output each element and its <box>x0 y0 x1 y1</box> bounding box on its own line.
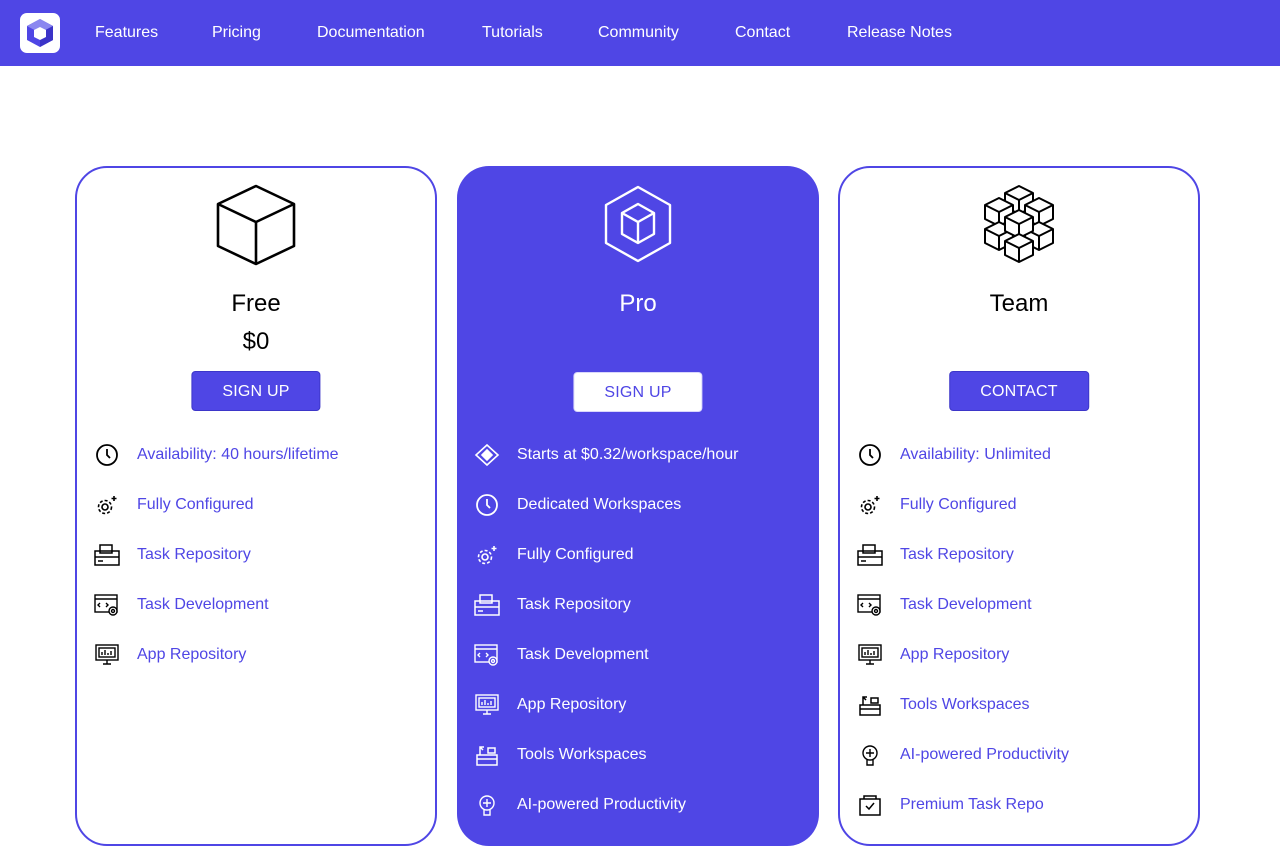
nav-link-contact[interactable]: Contact <box>735 22 790 44</box>
plan-card-pro: Pro SIGN UP Starts at $0.32/workspace/ho… <box>457 166 819 846</box>
feature-label: Dedicated Workspaces <box>517 496 682 513</box>
feature-item: Dedicated Workspaces <box>471 480 809 530</box>
feature-item: Fully Configured <box>91 480 425 530</box>
feature-label: Task Development <box>137 596 269 613</box>
code-window-gear-icon <box>93 591 121 619</box>
hexagon-cube-icon <box>604 185 672 263</box>
ai-brain-icon <box>473 791 501 819</box>
feature-label: Fully Configured <box>137 496 254 513</box>
feature-label: App Repository <box>900 646 1010 663</box>
feature-item: AI-powered Productivity <box>471 780 809 830</box>
clock-icon <box>93 441 121 469</box>
cube-cluster-icon <box>984 185 1054 263</box>
gear-sparkle-icon <box>856 491 884 519</box>
feature-label: Availability: 40 hours/lifetime <box>137 446 339 463</box>
nav-link-features[interactable]: Features <box>95 22 158 44</box>
code-window-gear-icon <box>473 641 501 669</box>
ai-brain-icon <box>856 741 884 769</box>
code-window-gear-icon <box>856 591 884 619</box>
feature-item: Tools Workspaces <box>471 730 809 780</box>
feature-label: App Repository <box>137 646 247 663</box>
feature-item: Task Repository <box>471 580 809 630</box>
feature-label: Fully Configured <box>517 546 634 563</box>
nav-link-pricing[interactable]: Pricing <box>212 22 261 44</box>
tools-desk-icon <box>473 741 501 769</box>
feature-label: App Repository <box>517 696 627 713</box>
nav-link-tutorials[interactable]: Tutorials <box>482 22 543 44</box>
sign-up-button[interactable]: SIGN UP <box>191 371 321 411</box>
app-monitor-icon <box>473 691 501 719</box>
feature-item: Task Repository <box>91 530 425 580</box>
plan-card-free: Free $0 SIGN UP Availability: 40 hours/l… <box>75 166 437 846</box>
feature-label: Starts at $0.32/workspace/hour <box>517 446 739 463</box>
plan-name: Team <box>989 290 1049 317</box>
feature-item: Task Development <box>854 580 1188 630</box>
premium-repo-icon <box>856 791 884 819</box>
repository-box-icon <box>93 541 121 569</box>
feature-list: Availability: 40 hours/lifetime Fully Co… <box>91 430 425 680</box>
feature-label: Task Repository <box>900 546 1014 563</box>
repository-box-icon <box>473 591 501 619</box>
feature-label: AI-powered Productivity <box>517 796 686 813</box>
feature-item: Availability: 40 hours/lifetime <box>91 430 425 480</box>
plan-card-team: Team CONTACT Availability: Unlimited Ful… <box>838 166 1200 846</box>
plan-name: Pro <box>619 290 657 317</box>
hexagon-cube-logo-icon[interactable] <box>20 13 60 53</box>
feature-label: Premium Task Repo <box>900 796 1044 813</box>
feature-label: Task Repository <box>517 596 631 613</box>
feature-item: Fully Configured <box>854 480 1188 530</box>
sign-up-button[interactable]: SIGN UP <box>573 372 703 412</box>
feature-label: Task Development <box>517 646 649 663</box>
diamond-tag-icon <box>473 441 501 469</box>
feature-item: Starts at $0.32/workspace/hour <box>471 430 809 480</box>
feature-item: Task Repository <box>854 530 1188 580</box>
top-navbar: Features Pricing Documentation Tutorials… <box>0 0 1280 66</box>
clock-icon <box>473 491 501 519</box>
app-monitor-icon <box>93 641 121 669</box>
feature-item: App Repository <box>91 630 425 680</box>
app-monitor-icon <box>856 641 884 669</box>
feature-item: AI-powered Productivity <box>854 730 1188 780</box>
feature-label: Tools Workspaces <box>517 746 647 763</box>
feature-list: Starts at $0.32/workspace/hour Dedicated… <box>471 430 809 830</box>
feature-label: Task Repository <box>137 546 251 563</box>
feature-item: Availability: Unlimited <box>854 430 1188 480</box>
feature-item: Task Development <box>91 580 425 630</box>
feature-label: Tools Workspaces <box>900 696 1030 713</box>
feature-item: Task Development <box>471 630 809 680</box>
nav-link-documentation[interactable]: Documentation <box>317 22 425 44</box>
clock-icon <box>856 441 884 469</box>
nav-link-community[interactable]: Community <box>598 22 679 44</box>
feature-item: Premium Task Repo <box>854 780 1188 830</box>
plan-price: $0 <box>242 328 270 355</box>
tools-desk-icon <box>856 691 884 719</box>
contact-button[interactable]: CONTACT <box>949 371 1089 411</box>
gear-sparkle-icon <box>473 541 501 569</box>
plan-name: Free <box>231 290 281 317</box>
gear-sparkle-icon <box>93 491 121 519</box>
feature-item: App Repository <box>471 680 809 730</box>
cube-icon <box>216 184 296 266</box>
feature-item: Tools Workspaces <box>854 680 1188 730</box>
feature-label: Availability: Unlimited <box>900 446 1051 463</box>
feature-label: Fully Configured <box>900 496 1017 513</box>
feature-item: Fully Configured <box>471 530 809 580</box>
feature-label: AI-powered Productivity <box>900 746 1069 763</box>
feature-list: Availability: Unlimited Fully Configured… <box>854 430 1188 830</box>
feature-label: Task Development <box>900 596 1032 613</box>
feature-item: App Repository <box>854 630 1188 680</box>
nav-link-release-notes[interactable]: Release Notes <box>847 22 952 44</box>
repository-box-icon <box>856 541 884 569</box>
